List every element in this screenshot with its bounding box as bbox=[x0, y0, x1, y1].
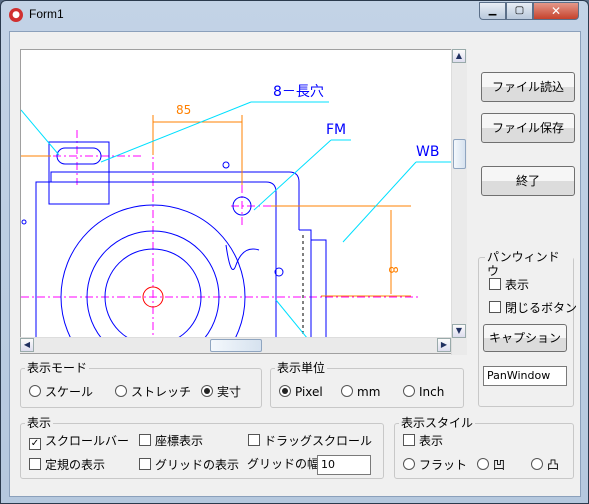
pan-show-checkbox[interactable]: 表示 bbox=[489, 278, 529, 292]
unit-pixel-radio[interactable]: Pixel bbox=[279, 385, 323, 399]
scroll-left-arrow-icon[interactable]: ◀ bbox=[20, 338, 34, 352]
checkbox-box[interactable] bbox=[29, 458, 41, 470]
radio-circle[interactable] bbox=[115, 385, 127, 397]
mode-scale-label: スケール bbox=[45, 385, 94, 399]
style-sunken-label: 凹 bbox=[493, 458, 506, 472]
radio-circle[interactable] bbox=[403, 458, 415, 470]
coords-checkbox[interactable]: 座標表示 bbox=[139, 434, 203, 448]
drag-scroll-checkbox[interactable]: ドラッグスクロール bbox=[248, 434, 372, 448]
style-show-label: 表示 bbox=[419, 434, 444, 448]
close-button[interactable]: ✕ bbox=[533, 2, 579, 20]
long-hole bbox=[56, 147, 102, 165]
mode-actual-label: 実寸 bbox=[217, 385, 242, 399]
main-window: ● Form1 ▁ ▢ ✕ 85 8 8－長穴 FM WB ▲ ▼ ◀ ▶ ファ… bbox=[0, 0, 589, 504]
leader-wb bbox=[342, 161, 417, 243]
style-raised-radio[interactable]: 凸 bbox=[531, 458, 559, 472]
exit-button[interactable]: 終了 bbox=[481, 166, 575, 196]
display-unit-legend: 表示単位 bbox=[275, 361, 328, 375]
checkbox-box[interactable] bbox=[403, 434, 415, 446]
leader-left bbox=[21, 109, 60, 156]
form-client-area: 85 8 8－長穴 FM WB ▲ ▼ ◀ ▶ ファイル読込 ファイル保存 終了… bbox=[9, 31, 581, 497]
unit-mm-label: mm bbox=[357, 385, 381, 399]
pan-window-group: パンウィンドウ 表示 閉じるボタン キャプション PanWindow bbox=[478, 250, 577, 407]
display-group: 表示 ✓ スクロールバー 座標表示 ドラッグスクロール 定規の表示 グリッドの表示… bbox=[20, 416, 384, 479]
radio-circle[interactable] bbox=[531, 458, 543, 470]
ruler-label: 定規の表示 bbox=[45, 458, 106, 472]
display-style-group: 表示スタイル 表示 フラット 凹 凸 bbox=[394, 416, 574, 479]
style-flat-label: フラット bbox=[419, 458, 468, 472]
display-unit-group: 表示単位 Pixel mm Inch bbox=[270, 361, 464, 408]
style-sunken-radio[interactable]: 凹 bbox=[477, 458, 505, 472]
radio-circle[interactable] bbox=[29, 385, 41, 397]
radio-circle[interactable] bbox=[341, 385, 353, 397]
horizontal-scroll-thumb[interactable] bbox=[210, 339, 262, 352]
dim-8-label: 8 bbox=[386, 266, 400, 274]
checkbox-box[interactable] bbox=[139, 434, 151, 446]
caption-input[interactable]: PanWindow bbox=[483, 366, 567, 386]
scroll-up-arrow-icon[interactable]: ▲ bbox=[452, 49, 466, 63]
label-fm: FM bbox=[326, 122, 346, 138]
drawing-canvas[interactable]: 85 8 8－長穴 FM WB bbox=[20, 49, 467, 354]
ruler-checkbox[interactable]: 定規の表示 bbox=[29, 458, 105, 472]
style-show-checkbox[interactable]: 表示 bbox=[403, 434, 443, 448]
checkbox-box[interactable] bbox=[139, 458, 151, 470]
display-style-legend: 表示スタイル bbox=[399, 416, 476, 430]
pan-window-legend: パンウィンドウ bbox=[485, 250, 573, 278]
scrollbar-checkbox[interactable]: ✓ スクロールバー bbox=[29, 434, 129, 450]
style-raised-label: 凸 bbox=[547, 458, 560, 472]
grid-label: グリッドの表示 bbox=[155, 458, 240, 472]
label-wb: WB bbox=[416, 144, 439, 160]
style-flat-radio[interactable]: フラット bbox=[403, 458, 467, 472]
cad-drawing: 85 8 8－長穴 FM WB bbox=[21, 84, 456, 353]
unit-pixel-label: Pixel bbox=[295, 385, 323, 399]
title-bar[interactable]: ● Form1 ▁ ▢ ✕ bbox=[1, 1, 588, 29]
file-load-button[interactable]: ファイル読込 bbox=[481, 72, 575, 102]
grid-checkbox[interactable]: グリッドの表示 bbox=[139, 458, 239, 472]
checkbox-box[interactable] bbox=[489, 278, 501, 290]
pan-close-button-checkbox[interactable]: 閉じるボタン bbox=[489, 301, 577, 315]
pan-show-label: 表示 bbox=[505, 278, 530, 292]
mode-stretch-label: ストレッチ bbox=[131, 385, 192, 399]
leader-fm bbox=[253, 139, 332, 211]
unit-inch-label: Inch bbox=[419, 385, 445, 399]
radio-circle[interactable] bbox=[477, 458, 489, 470]
maximize-button[interactable]: ▢ bbox=[506, 2, 533, 20]
radio-circle-selected[interactable] bbox=[279, 385, 291, 397]
checkbox-box[interactable] bbox=[248, 434, 260, 446]
display-legend: 表示 bbox=[25, 416, 54, 430]
display-mode-group: 表示モード スケール ストレッチ 実寸 bbox=[20, 361, 262, 408]
drag-scroll-label: ドラッグスクロール bbox=[264, 434, 373, 448]
vertical-scrollbar[interactable]: ▲ ▼ bbox=[451, 49, 467, 355]
window-title: Form1 bbox=[29, 7, 64, 21]
mode-stretch-radio[interactable]: ストレッチ bbox=[115, 385, 191, 399]
mode-actual-radio[interactable]: 実寸 bbox=[201, 385, 241, 399]
scrollbar-label: スクロールバー bbox=[45, 434, 130, 448]
vertical-scroll-thumb[interactable] bbox=[453, 139, 466, 169]
label-8-long-hole: 8－長穴 bbox=[273, 84, 324, 100]
small-hole-1 bbox=[222, 161, 230, 169]
scroll-right-arrow-icon[interactable]: ▶ bbox=[437, 338, 451, 352]
pan-close-button-label: 閉じるボタン bbox=[505, 301, 578, 315]
scroll-down-arrow-icon[interactable]: ▼ bbox=[452, 324, 466, 338]
display-mode-legend: 表示モード bbox=[25, 361, 90, 375]
horizontal-scrollbar[interactable]: ◀ ▶ bbox=[20, 337, 451, 353]
grid-width-label: グリッドの幅 bbox=[247, 457, 320, 471]
housing-outline bbox=[35, 171, 300, 353]
minimize-button[interactable]: ▁ bbox=[479, 2, 506, 20]
radio-circle-selected[interactable] bbox=[201, 385, 213, 397]
grid-width-input[interactable]: 10 bbox=[317, 455, 371, 475]
checkbox-box[interactable] bbox=[489, 301, 501, 313]
radio-circle[interactable] bbox=[403, 385, 415, 397]
small-hole-3 bbox=[21, 219, 27, 225]
mode-scale-radio[interactable]: スケール bbox=[29, 385, 93, 399]
coords-label: 座標表示 bbox=[155, 434, 204, 448]
dim-85-label: 85 bbox=[176, 103, 191, 117]
unit-inch-radio[interactable]: Inch bbox=[403, 385, 444, 399]
app-icon: ● bbox=[9, 8, 23, 22]
caption-button[interactable]: キャプション bbox=[483, 324, 567, 352]
checkbox-checked[interactable]: ✓ bbox=[29, 438, 41, 450]
unit-mm-radio[interactable]: mm bbox=[341, 385, 380, 399]
file-save-button[interactable]: ファイル保存 bbox=[481, 113, 575, 143]
